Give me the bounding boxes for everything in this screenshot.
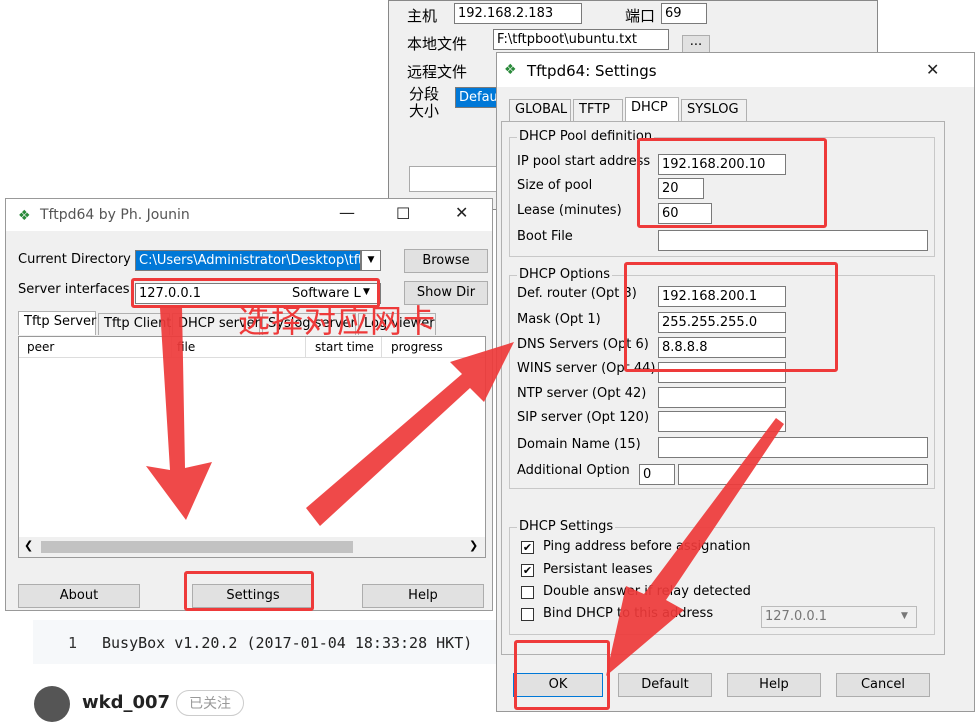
arrow-down-to-settings [146,306,212,520]
arrow-to-ok-button [606,418,784,676]
annotation-arrows [146,306,784,676]
arrow-to-settings-dialog [306,342,514,526]
